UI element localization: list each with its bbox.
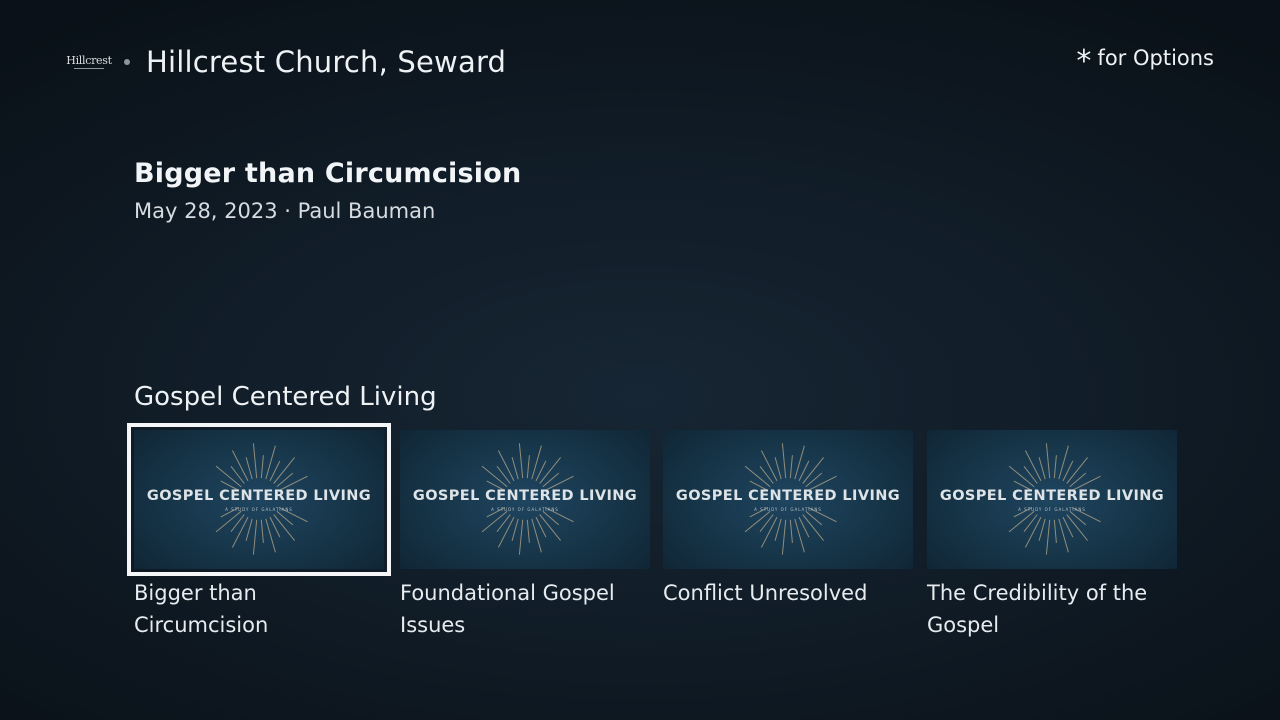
thumbnail-title: GOSPEL CENTERED LIVING [412,488,638,504]
sunburst-ray [265,518,276,553]
sunburst-ray [1045,519,1051,555]
thumbnail-subtitle: A STUDY OF GALATIANS [1018,507,1086,512]
sunburst-ray [531,518,542,553]
sunburst-ray [252,443,258,479]
sunburst-ray [1038,457,1046,480]
thumbnail-title: GOSPEL CENTERED LIVING [675,488,901,504]
sunburst-ray [252,519,258,555]
sunburst-ray [231,516,249,548]
sunburst-ray [789,519,793,543]
sunburst-ray [794,445,805,480]
sunburst-ray [1053,455,1057,479]
tile-label: Foundational Gospel Issues [400,581,615,637]
sunburst-ray [1045,443,1051,479]
sunburst-ray [774,518,782,541]
sunburst-ray [781,443,787,479]
sunburst-ray [802,514,824,541]
sunburst-ray [511,457,519,480]
sunburst-ray [497,450,515,482]
sunburst-ray [1024,516,1042,548]
sunburst-ray [1066,457,1088,484]
sunburst-ray [518,443,524,479]
sunburst-ray [531,445,542,480]
row-title: Gospel Centered Living [134,382,437,412]
tile-2[interactable]: GOSPEL CENTERED LIVING A STUDY OF GALATI… [663,430,913,609]
sunburst-ray [518,519,524,555]
sunburst-ray [539,514,561,541]
sunburst-ray [744,465,771,488]
tile-0[interactable]: GOSPEL CENTERED LIVING A STUDY OF GALATI… [127,423,391,641]
sunburst-ray [526,519,530,543]
church-logo-underline [74,68,104,69]
sunburst-ray [215,510,242,533]
app-title: Hillcrest Church, Seward [146,45,507,79]
sunburst-ray [1058,445,1069,480]
sunburst-ray [794,518,805,553]
sunburst-ray [760,450,778,482]
sunburst-ray [1058,518,1069,553]
sunburst-ray [481,465,508,488]
tile-thumbnail: GOSPEL CENTERED LIVING A STUDY OF GALATI… [127,423,391,576]
selected-item-meta: May 28, 2023 · Paul Bauman [134,199,436,223]
sunburst-ray [481,510,508,533]
sunburst-ray [1053,519,1057,543]
options-label: for Options [1097,46,1214,70]
sunburst-ray [245,518,253,541]
selected-item-details: Bigger than Circumcision May 28, 2023 · … [134,158,521,223]
sunburst-ray [781,519,787,555]
sunburst-ray [511,518,519,541]
tile-label: Bigger than Circumcision [134,581,269,637]
thumbnail-subtitle: A STUDY OF GALATIANS [754,507,822,512]
sunburst-ray [526,455,530,479]
options-hint[interactable]: * for Options [1076,44,1214,79]
tile-thumbnail: GOSPEL CENTERED LIVING A STUDY OF GALATI… [927,430,1177,569]
sunburst-ray [245,457,253,480]
separator-dot [124,59,130,65]
top-bar: Hillcrest Hillcrest Church, Seward [66,40,507,84]
sunburst-ray [1024,450,1042,482]
sunburst-ray [789,455,793,479]
sunburst-ray [215,465,242,488]
sunburst-ray [1008,510,1035,533]
tile-label: The Credibility of the Gospel [927,581,1148,637]
tile-thumbnail: GOSPEL CENTERED LIVING A STUDY OF GALATI… [663,430,913,569]
tile-thumbnail: GOSPEL CENTERED LIVING A STUDY OF GALATI… [400,430,650,569]
sunburst-ray [273,457,295,484]
thumbnail-subtitle: A STUDY OF GALATIANS [225,507,293,512]
sunburst-ray [1066,514,1088,541]
sunburst-ray [260,455,264,479]
sunburst-ray [539,457,561,484]
sunburst-ray [802,457,824,484]
sunburst-ray [265,445,276,480]
sunburst-ray [260,519,264,543]
church-logo: Hillcrest [66,51,112,73]
tile-label: Conflict Unresolved [663,581,868,605]
sunburst-ray [774,457,782,480]
thumbnail-title: GOSPEL CENTERED LIVING [146,488,372,504]
sunburst-ray [273,514,295,541]
selected-item-title: Bigger than Circumcision [134,158,522,189]
content-row: GOSPEL CENTERED LIVING A STUDY OF GALATI… [127,423,1184,650]
sunburst-ray [760,516,778,548]
thumbnail-title: GOSPEL CENTERED LIVING [939,488,1165,504]
tile-3[interactable]: GOSPEL CENTERED LIVING A STUDY OF GALATI… [927,430,1177,641]
thumbnail-subtitle: A STUDY OF GALATIANS [491,507,559,512]
sunburst-ray [744,510,771,533]
sunburst-ray [231,450,249,482]
asterisk-icon: * [1076,44,1092,79]
sunburst-ray [497,516,515,548]
tile-1[interactable]: GOSPEL CENTERED LIVING A STUDY OF GALATI… [400,430,650,641]
sunburst-ray [1008,465,1035,488]
church-logo-text: Hillcrest [66,54,112,67]
sunburst-ray [1038,518,1046,541]
